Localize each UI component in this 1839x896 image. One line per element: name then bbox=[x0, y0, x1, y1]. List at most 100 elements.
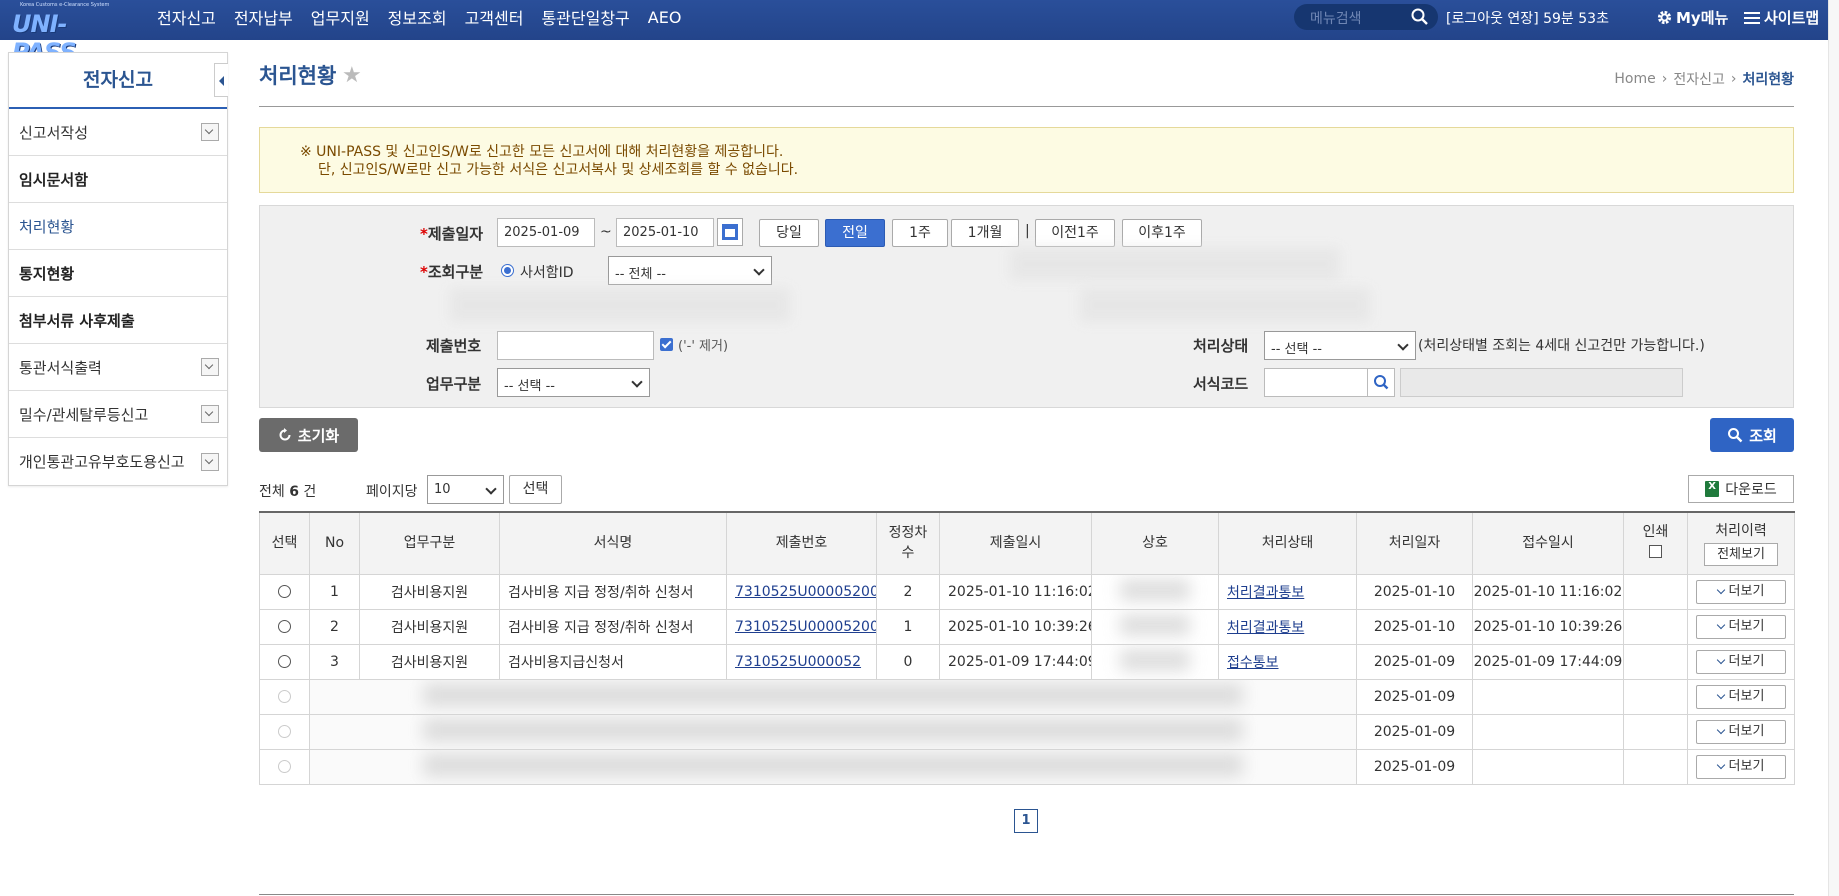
sidebar-item-temp-docs[interactable]: 임시문서함 bbox=[9, 156, 227, 203]
remove-dash-checkbox[interactable] bbox=[660, 338, 673, 351]
sidebar-item-report-write[interactable]: 신고서작성 bbox=[9, 109, 227, 156]
menu-search-input[interactable]: 메뉴검색 bbox=[1294, 4, 1438, 30]
row-select-radio[interactable] bbox=[278, 585, 291, 598]
page-title: 처리현황 bbox=[259, 64, 337, 88]
col-submit-datetime: 제출일시 bbox=[939, 511, 1092, 575]
submit-no-link[interactable]: 7310525U000052002 bbox=[735, 584, 876, 600]
row-select-radio[interactable] bbox=[278, 620, 291, 633]
per-page-apply-button[interactable]: 선택 bbox=[509, 475, 562, 504]
sidebar-item-label: 처리현황 bbox=[19, 217, 75, 236]
breadcrumb-item[interactable]: 전자신고 bbox=[1673, 69, 1725, 89]
more-button[interactable]: 더보기 bbox=[1696, 719, 1786, 744]
col-select: 선택 bbox=[259, 511, 310, 575]
per-page-select[interactable]: 10 bbox=[427, 475, 504, 504]
expand-icon[interactable] bbox=[201, 358, 219, 376]
cell-process-date: 2025-01-09 bbox=[1356, 748, 1473, 785]
row-select-radio[interactable] bbox=[278, 655, 291, 668]
period-today-button[interactable]: 당일 bbox=[759, 219, 819, 247]
nav-item[interactable]: 전자신고 bbox=[157, 5, 216, 29]
period-1week-button[interactable]: 1주 bbox=[892, 219, 948, 247]
sidebar-collapse-button[interactable] bbox=[214, 63, 228, 97]
status-link[interactable]: 처리결과통보 bbox=[1227, 585, 1304, 601]
submit-no-link[interactable]: 7310525U000052001 bbox=[735, 619, 876, 635]
gear-icon bbox=[1657, 10, 1672, 25]
reset-button[interactable]: 초기화 bbox=[259, 418, 358, 452]
col-submit-no: 제출번호 bbox=[726, 511, 877, 575]
more-button[interactable]: 더보기 bbox=[1696, 614, 1786, 639]
nav-item[interactable]: AEO bbox=[648, 8, 682, 27]
download-button[interactable]: 다운로드 bbox=[1688, 475, 1794, 503]
sitemap-label: 사이트맵 bbox=[1764, 9, 1820, 27]
form-code-search-button[interactable] bbox=[1367, 368, 1395, 397]
more-button[interactable]: 더보기 bbox=[1696, 579, 1786, 604]
query-button[interactable]: 조회 bbox=[1710, 418, 1794, 452]
cell-process-date: 2025-01-10 bbox=[1356, 573, 1473, 610]
sidebar-item-label: 통관서식출력 bbox=[19, 358, 102, 377]
redacted-cells bbox=[309, 678, 1357, 715]
row-select-radio[interactable] bbox=[278, 690, 291, 703]
prev-week-button[interactable]: 이전1주 bbox=[1035, 219, 1115, 247]
more-button[interactable]: 더보기 bbox=[1696, 754, 1786, 779]
submit-date-label: *제출일자 bbox=[420, 225, 484, 243]
sitemap-button[interactable]: 사이트맵 bbox=[1744, 7, 1819, 28]
nav-item[interactable]: 통관단일창구 bbox=[541, 5, 629, 29]
query-type-select[interactable]: -- 전체 -- bbox=[608, 256, 772, 285]
sidebar-item-smuggling-report[interactable]: 밀수/관세탈루등신고 bbox=[9, 391, 227, 438]
expand-icon[interactable] bbox=[201, 452, 219, 471]
print-all-checkbox[interactable] bbox=[1649, 545, 1662, 559]
submit-no-link[interactable]: 7310525U000052 bbox=[735, 654, 861, 670]
sidebar-item-notice-status[interactable]: 통지현황 bbox=[9, 250, 227, 297]
nav-item[interactable]: 고객센터 bbox=[465, 5, 524, 29]
search-icon[interactable] bbox=[1410, 7, 1430, 27]
mymenu-button[interactable]: My메뉴 bbox=[1656, 7, 1728, 28]
mailbox-id-radio[interactable] bbox=[501, 264, 514, 277]
logout-extend-link[interactable]: [로그아웃 연장] bbox=[1446, 11, 1539, 27]
next-week-button[interactable]: 이후1주 bbox=[1122, 219, 1202, 247]
row-select-radio[interactable] bbox=[278, 725, 291, 738]
nav-item[interactable]: 전자납부 bbox=[234, 5, 293, 29]
period-1month-button[interactable]: 1개월 bbox=[951, 219, 1019, 247]
footer-divider bbox=[259, 894, 1794, 895]
col-company: 상호 bbox=[1091, 511, 1219, 575]
page-number-button[interactable]: 1 bbox=[1014, 809, 1038, 833]
sidebar-item-process-status[interactable]: 처리현황 bbox=[9, 203, 227, 250]
col-no: No bbox=[309, 511, 360, 575]
row-select-radio[interactable] bbox=[278, 760, 291, 773]
date-from-input[interactable]: 2025-01-09 bbox=[497, 218, 595, 247]
reset-label: 초기화 bbox=[297, 426, 340, 445]
breadcrumb-home[interactable]: Home bbox=[1614, 71, 1655, 87]
view-all-button[interactable]: 전체보기 bbox=[1704, 542, 1778, 566]
period-yesterday-button[interactable]: 전일 bbox=[825, 219, 885, 247]
sidebar-item-id-misuse-report[interactable]: 개인통관고유부호도용신고 bbox=[9, 438, 227, 485]
cell-revision: 2 bbox=[876, 573, 940, 610]
unipass-logo[interactable]: Korea Customs e-Clearance System UNI-PAS… bbox=[12, 2, 124, 66]
breadcrumb-separator-icon: › bbox=[1661, 71, 1668, 87]
sidebar-item-form-print[interactable]: 통관서식출력 bbox=[9, 344, 227, 391]
table-row: 2 검사비용지원 검사비용 지급 정정/취하 신청서 7310525U00005… bbox=[259, 608, 1795, 645]
cell-submit-datetime: 2025-01-10 11:16:02 bbox=[939, 573, 1092, 610]
form-code-label: 서식코드 bbox=[1193, 375, 1249, 393]
status-label: 처리상태 bbox=[1193, 337, 1249, 355]
period-divider: | bbox=[1025, 223, 1030, 239]
sidebar-item-attach-submit[interactable]: 첨부서류 사후제출 bbox=[9, 297, 227, 344]
favorite-star-icon[interactable]: ★ bbox=[342, 63, 362, 88]
date-to-input[interactable]: 2025-01-10 bbox=[616, 218, 714, 247]
status-link[interactable]: 처리결과통보 bbox=[1227, 620, 1304, 636]
work-type-select[interactable]: -- 선택 -- bbox=[497, 368, 650, 397]
calendar-icon[interactable] bbox=[717, 218, 743, 246]
more-button[interactable]: 더보기 bbox=[1696, 684, 1786, 709]
status-select[interactable]: -- 선택 -- bbox=[1264, 331, 1416, 360]
more-button[interactable]: 더보기 bbox=[1696, 649, 1786, 674]
chevron-down-icon bbox=[1716, 585, 1725, 594]
nav-item[interactable]: 정보조회 bbox=[388, 5, 447, 29]
col-work-type: 업무구분 bbox=[359, 511, 500, 575]
sidebar-title-text: 전자신고 bbox=[83, 69, 153, 91]
expand-icon[interactable] bbox=[201, 123, 219, 141]
form-code-input[interactable] bbox=[1264, 368, 1368, 397]
breadcrumb: Home › 전자신고 › 처리현황 bbox=[1614, 69, 1794, 89]
nav-item[interactable]: 업무지원 bbox=[311, 5, 370, 29]
expand-icon[interactable] bbox=[201, 405, 219, 423]
status-link[interactable]: 접수통보 bbox=[1227, 655, 1279, 671]
cell-receive-datetime: 2025-01-10 10:39:26 bbox=[1472, 608, 1624, 645]
submit-no-input[interactable] bbox=[497, 331, 654, 360]
